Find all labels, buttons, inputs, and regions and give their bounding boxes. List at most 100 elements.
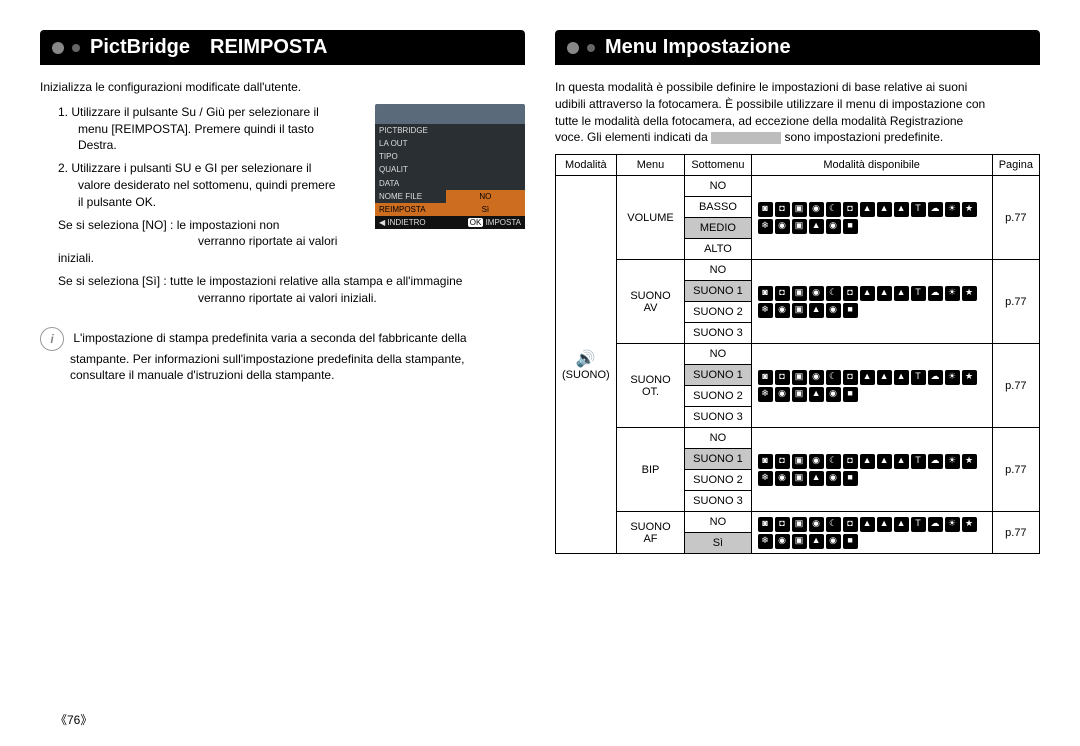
mode-icon: ▲	[860, 517, 875, 532]
submenu-cell: SUONO 1	[685, 449, 751, 470]
avail-cell: ◙◘▣◉☾◘▲▲▲T☁☀★❄◉▣▲◉■	[751, 260, 992, 344]
mode-icon: ◙	[758, 370, 773, 385]
osd-reimposta: REIMPOSTA	[375, 203, 446, 216]
table-row: SUONO AVNO◙◘▣◉☾◘▲▲▲T☁☀★❄◉▣▲◉■p.77	[556, 260, 1040, 281]
mode-icon: ◘	[843, 370, 858, 385]
mode-icon: ◘	[775, 370, 790, 385]
mode-icon: ☾	[826, 370, 841, 385]
sound-icon: 🔊	[562, 349, 610, 369]
mode-icon: ◙	[758, 517, 773, 532]
p2: udibili attraverso la fotocamera. È poss…	[555, 96, 1040, 113]
step2-line1: 2. Utilizzare i pulsanti SU e GI per sel…	[58, 161, 311, 175]
mode-icon: ❄	[758, 303, 773, 318]
mode-icon: ▣	[792, 517, 807, 532]
left-header: PictBridge REIMPOSTA	[40, 30, 525, 65]
mode-icon: ☀	[945, 517, 960, 532]
mode-icon: ▲	[860, 286, 875, 301]
osd-title: PICTBRIDGE	[375, 124, 525, 137]
th-page: Pagina	[992, 155, 1039, 176]
mode-icon: ◙	[758, 286, 773, 301]
osd-value-no: NO	[446, 190, 525, 203]
mode-icon: ☀	[945, 286, 960, 301]
mode-icon: ▲	[877, 454, 892, 469]
submenu-cell: ALTO	[685, 239, 751, 260]
table-row: BIPNO◙◘▣◉☾◘▲▲▲T☁☀★❄◉▣▲◉■p.77	[556, 428, 1040, 449]
mode-icon: ★	[962, 286, 977, 301]
step1-line3: Destra.	[58, 138, 117, 152]
mode-icon: ■	[843, 387, 858, 402]
mode-icon: ◉	[809, 517, 824, 532]
osd-back: INDIETRO	[387, 218, 425, 227]
mode-icon: ❄	[758, 534, 773, 549]
th-menu: Menu	[616, 155, 685, 176]
submenu-cell: SUONO 2	[685, 302, 751, 323]
menu-cell: VOLUME	[616, 176, 685, 260]
mode-icon: ❄	[758, 387, 773, 402]
mode-icon: ◙	[758, 454, 773, 469]
mode-icon: ◘	[843, 286, 858, 301]
intro: Inizializza le configurazioni modificate…	[40, 79, 525, 96]
mode-icon: ■	[843, 471, 858, 486]
info-icon: i	[40, 327, 64, 351]
mode-icon: ▲	[877, 202, 892, 217]
mode-col: 🔊(SUONO)	[556, 176, 617, 554]
osd-imposta: IMPOSTA	[486, 218, 521, 227]
mode-icon: ☁	[928, 517, 943, 532]
mode-icon: ▣	[792, 286, 807, 301]
mode-icon: ▲	[894, 286, 909, 301]
sel-no-a: Se si seleziona [NO] : le impostazioni n…	[58, 218, 279, 232]
table-row: SUONO OT.NO◙◘▣◉☾◘▲▲▲T☁☀★❄◉▣▲◉■p.77	[556, 344, 1040, 365]
menu-cell: SUONO AV	[616, 260, 685, 344]
mode-icon: ▲	[860, 454, 875, 469]
mode-icon: ◉	[775, 534, 790, 549]
mode-icon: ◉	[809, 370, 824, 385]
mode-icon: ▲	[809, 387, 824, 402]
mode-icon: ▲	[894, 517, 909, 532]
table-row: 🔊(SUONO)VOLUMENO◙◘▣◉☾◘▲▲▲T☁☀★❄◉▣▲◉■p.77	[556, 176, 1040, 197]
mode-icon: ◘	[775, 286, 790, 301]
mode-icon: ▲	[877, 286, 892, 301]
th-sub: Sottomenu	[685, 155, 751, 176]
mode-icon: ▲	[860, 370, 875, 385]
mode-icon: ❄	[758, 471, 773, 486]
submenu-cell: NO	[685, 176, 751, 197]
mode-icon: T	[911, 454, 926, 469]
mode-icon: ◘	[775, 454, 790, 469]
mode-icon: ▣	[792, 303, 807, 318]
mode-icon: ▲	[809, 534, 824, 549]
p4a: voce. Gli elementi indicati da	[555, 130, 708, 144]
mode-icon: ◉	[775, 387, 790, 402]
submenu-cell: SUONO 2	[685, 470, 751, 491]
mode-icon: ■	[843, 303, 858, 318]
mode-icon: ◘	[843, 454, 858, 469]
mode-icon: ▲	[894, 202, 909, 217]
mode-icon: T	[911, 286, 926, 301]
right-intro: In questa modalità è possibile definire …	[555, 79, 1040, 146]
submenu-cell: NO	[685, 344, 751, 365]
mode-icon: ◘	[775, 202, 790, 217]
step1-line2: menu [REIMPOSTA]. Premere quindi il tast…	[58, 122, 314, 136]
mode-icon: ★	[962, 454, 977, 469]
mode-icon: ☾	[826, 286, 841, 301]
submenu-cell: SUONO 2	[685, 386, 751, 407]
mode-label: (SUONO)	[562, 369, 610, 381]
p1: In questa modalità è possibile definire …	[555, 79, 1040, 96]
th-mode: Modalità	[556, 155, 617, 176]
mode-icon: ◉	[826, 219, 841, 234]
mode-icon: ★	[962, 517, 977, 532]
note-line3: consultare il manuale d'istruzioni della…	[40, 368, 334, 382]
mode-icon: ▣	[792, 471, 807, 486]
osd-item: DATA	[375, 177, 525, 190]
mode-icon: ☁	[928, 370, 943, 385]
submenu-cell: Sì	[685, 533, 751, 554]
mode-icon: ▣	[792, 387, 807, 402]
mode-icon: ▲	[877, 517, 892, 532]
mode-icon: ◉	[809, 202, 824, 217]
menu-cell: SUONO AF	[616, 512, 685, 554]
mode-icon: ▣	[792, 454, 807, 469]
mode-icon: ☁	[928, 286, 943, 301]
mode-icon: ◙	[758, 202, 773, 217]
osd-value-si: Sì	[446, 203, 525, 216]
mode-icon: T	[911, 370, 926, 385]
mode-icon: ▲	[809, 219, 824, 234]
